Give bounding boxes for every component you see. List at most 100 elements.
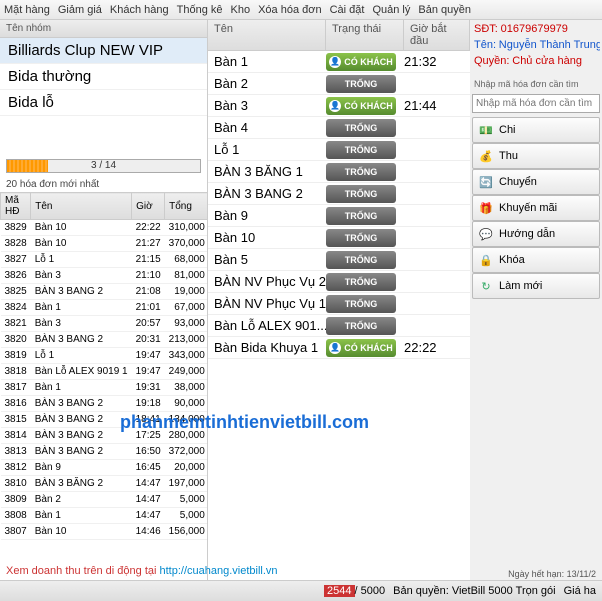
progress-bar: 3 / 14 xyxy=(6,159,201,173)
group-item[interactable]: Billiards Clup NEW VIP xyxy=(0,38,207,64)
table-row[interactable]: Bàn 9TRỐNG xyxy=(208,205,470,227)
status-badge: TRỐNG xyxy=(326,185,396,203)
recent-row[interactable]: 3829Bàn 1022:22310,000 xyxy=(1,220,208,236)
menu-giảm-giá[interactable]: Giảm giá xyxy=(58,4,102,16)
khuyenmai-button[interactable]: 🎁 Khuyến mãi xyxy=(472,195,600,221)
btn-label: Làm mới xyxy=(499,280,542,292)
table-name: Bàn Bida Khuya 1 xyxy=(208,338,326,357)
table-time: 21:44 xyxy=(400,96,470,115)
status-badge: TRỐNG xyxy=(326,75,396,93)
menu-thống-kê[interactable]: Thống kê xyxy=(177,4,223,16)
tables-list: Bàn 1👤CÓ KHÁCH21:32Bàn 2TRỐNGBàn 3👤CÓ KH… xyxy=(208,51,470,580)
table-row[interactable]: Bàn 2TRỐNG xyxy=(208,73,470,95)
lammoi-button[interactable]: ↻Làm mới xyxy=(472,273,600,299)
status-badge: 👤CÓ KHÁCH xyxy=(326,53,396,71)
recent-row[interactable]: 3826Bàn 321:1081,000 xyxy=(1,268,208,284)
name-value: Nguyễn Thành Trung xyxy=(499,39,600,51)
khoa-button[interactable]: 🔒Khóa xyxy=(472,247,600,273)
khuyenmai-button-icon: 🎁 xyxy=(479,201,493,215)
status-badge: TRỐNG xyxy=(326,229,396,247)
menu-bản-quyền[interactable]: Bản quyền xyxy=(418,4,471,16)
menu-quản-lý[interactable]: Quản lý xyxy=(372,4,410,16)
group-item[interactable]: Bida lỗ xyxy=(0,90,207,116)
menu-mặt-hàng[interactable]: Mặt hàng xyxy=(4,4,50,16)
price-label: Giá ha xyxy=(564,585,596,597)
role-label: Quyền: xyxy=(474,55,509,67)
status-badge: TRỐNG xyxy=(326,273,396,291)
guest-icon: 👤 xyxy=(329,56,341,68)
col-time: Giờ bắt đầu xyxy=(404,20,470,50)
menu-xóa-hóa-đơn[interactable]: Xóa hóa đơn xyxy=(258,4,322,16)
table-row[interactable]: Lỗ 1TRỐNG xyxy=(208,139,470,161)
table-name: Bàn 2 xyxy=(208,74,326,93)
recent-row[interactable]: 3821Bàn 320:5793,000 xyxy=(1,316,208,332)
huongdan-button[interactable]: 💬Hướng dẫn xyxy=(472,221,600,247)
table-name: Bàn 10 xyxy=(208,228,326,247)
table-time xyxy=(400,302,470,306)
col-status: Trạng thái xyxy=(326,20,404,50)
group-item[interactable]: Bida thường xyxy=(0,64,207,90)
table-row[interactable]: Bàn 4TRỐNG xyxy=(208,117,470,139)
table-time xyxy=(400,258,470,262)
recent-row[interactable]: 3818Bàn Lỗ ALEX 9019 119:47249,000 xyxy=(1,364,208,380)
recent-row[interactable]: 3819Lỗ 119:47343,000 xyxy=(1,348,208,364)
table-name: Bàn 9 xyxy=(208,206,326,225)
menu-khách-hàng[interactable]: Khách hàng xyxy=(110,4,169,16)
chuyen-button[interactable]: 🔄Chuyển xyxy=(472,169,600,195)
status-badge: TRỐNG xyxy=(326,207,396,225)
search-input[interactable] xyxy=(472,94,600,113)
menu-cài-đặt[interactable]: Cài đặt xyxy=(330,4,365,16)
table-name: Bàn 3 xyxy=(208,96,326,115)
chi-button[interactable]: 💵Chi xyxy=(472,117,600,143)
recent-row[interactable]: 3814BÀN 3 BANG 217:25280,000 xyxy=(1,428,208,444)
table-time xyxy=(400,126,470,130)
status-badge: TRỐNG xyxy=(326,317,396,335)
table-row[interactable]: Bàn 1👤CÓ KHÁCH21:32 xyxy=(208,51,470,73)
recent-row[interactable]: 3828Bàn 1021:27370,000 xyxy=(1,236,208,252)
recent-row[interactable]: 3817Bàn 119:3138,000 xyxy=(1,380,208,396)
recent-row[interactable]: 3810BÀN 3 BĂNG 214:47197,000 xyxy=(1,476,208,492)
recent-row[interactable]: 3807Bàn 1014:46156,000 xyxy=(1,524,208,540)
menu-kho[interactable]: Kho xyxy=(231,4,251,16)
recent-row[interactable]: 3813BÀN 3 BANG 216:50372,000 xyxy=(1,444,208,460)
table-time xyxy=(400,214,470,218)
name-label: Tên: xyxy=(474,39,496,51)
progress-text: 3 / 14 xyxy=(7,160,200,171)
status-badge: TRỐNG xyxy=(326,141,396,159)
phone-label: SĐT: xyxy=(474,23,498,35)
table-time xyxy=(400,170,470,174)
status-badge: TRỐNG xyxy=(326,295,396,313)
recent-row[interactable]: 3827Lỗ 121:1568,000 xyxy=(1,252,208,268)
table-row[interactable]: BÀN 3 BANG 2TRỐNG xyxy=(208,183,470,205)
recent-col-header: Tổng xyxy=(165,193,207,220)
table-name: Bàn 1 xyxy=(208,52,326,71)
thu-button-icon: 💰 xyxy=(479,149,493,163)
recent-row[interactable]: 3815BÀN 3 BANG 218:41134,000 xyxy=(1,412,208,428)
recent-row[interactable]: 3824Bàn 121:0167,000 xyxy=(1,300,208,316)
recent-row[interactable]: 3820BÀN 3 BANG 220:31213,000 xyxy=(1,332,208,348)
phone-value: 01679679979 xyxy=(501,23,568,35)
table-row[interactable]: Bàn Lỗ ALEX 901...TRỐNG xyxy=(208,315,470,337)
recent-col-header: Tên xyxy=(31,193,132,220)
recent-row[interactable]: 3816BÀN 3 BANG 219:1890,000 xyxy=(1,396,208,412)
recent-row[interactable]: 3825BÀN 3 BANG 221:0819,000 xyxy=(1,284,208,300)
thu-button[interactable]: 💰 Thu xyxy=(472,143,600,169)
recent-row[interactable]: 3808Bàn 114:475,000 xyxy=(1,508,208,524)
chuyen-button-icon: 🔄 xyxy=(479,175,493,189)
recent-row[interactable]: 3809Bàn 214:475,000 xyxy=(1,492,208,508)
mobile-link-url[interactable]: http://cuahang.vietbill.vn xyxy=(160,565,278,577)
table-row[interactable]: BÀN NV Phục Vụ 2TRỐNG xyxy=(208,271,470,293)
table-row[interactable]: BÀN 3 BĂNG 1TRỐNG xyxy=(208,161,470,183)
table-row[interactable]: Bàn Bida Khuya 1👤CÓ KHÁCH22:22 xyxy=(208,337,470,359)
btn-label: Khuyến mãi xyxy=(499,202,557,214)
table-name: BÀN 3 BANG 2 xyxy=(208,184,326,203)
table-name: Bàn Lỗ ALEX 901... xyxy=(208,316,326,335)
table-row[interactable]: Bàn 5TRỐNG xyxy=(208,249,470,271)
table-name: Bàn 4 xyxy=(208,118,326,137)
table-row[interactable]: BÀN NV Phục Vụ 1TRỐNG xyxy=(208,293,470,315)
table-row[interactable]: Bàn 3👤CÓ KHÁCH21:44 xyxy=(208,95,470,117)
recent-orders-table: Mã HĐTênGiờTổngTT 3829Bàn 1022:22310,000… xyxy=(0,192,207,540)
btn-label: Thu xyxy=(499,150,518,162)
table-row[interactable]: Bàn 10TRỐNG xyxy=(208,227,470,249)
recent-row[interactable]: 3812Bàn 916:4520,000 xyxy=(1,460,208,476)
